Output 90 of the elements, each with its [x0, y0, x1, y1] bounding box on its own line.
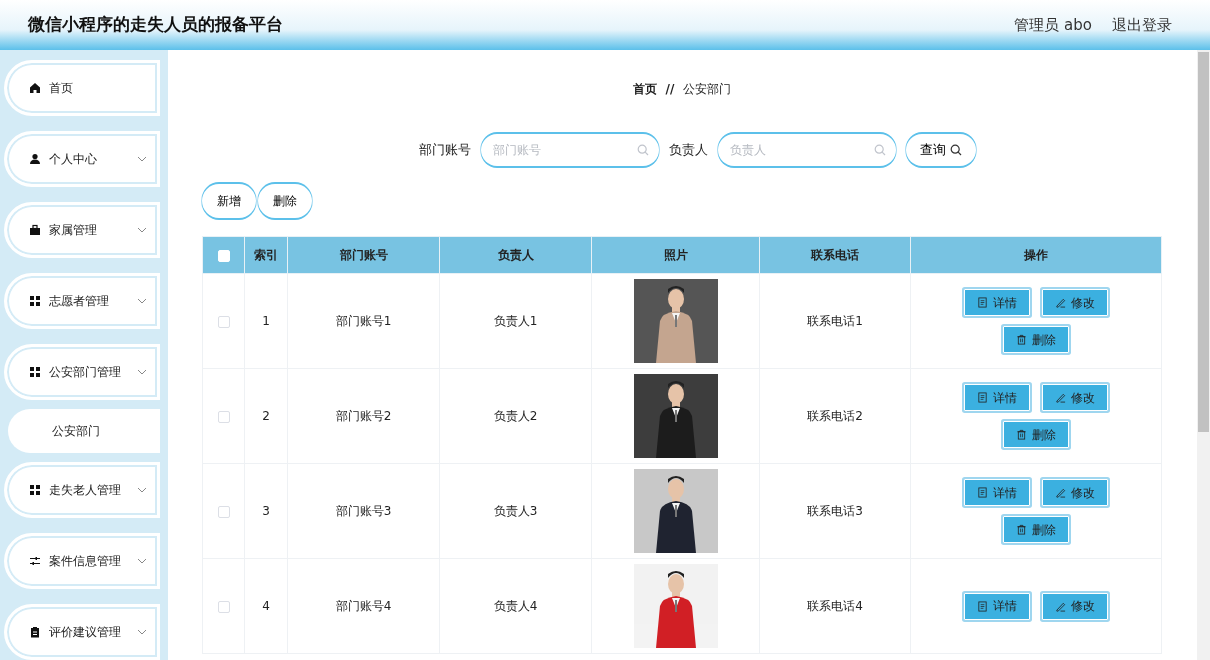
row-checkbox[interactable]: [217, 600, 230, 613]
pencil-icon: [1055, 392, 1066, 403]
table-cell: 联系电话2: [759, 368, 911, 464]
table-cell: 负责人1: [439, 273, 592, 369]
chevron-down-icon: [137, 227, 147, 233]
search-field[interactable]: 负责人: [717, 134, 896, 166]
chevron-down-icon: [137, 156, 147, 162]
search-icon: [636, 144, 649, 156]
grid-icon: [29, 366, 41, 378]
table-cell: 负责人4: [439, 558, 592, 654]
document-icon: [977, 392, 988, 403]
table-cell: 部门账号2: [287, 368, 440, 464]
grid-icon: [29, 484, 41, 496]
table-cell: 联系电话4: [759, 558, 911, 654]
trash-icon: [1016, 429, 1027, 440]
delete-button[interactable]: 删除: [1003, 421, 1069, 448]
column-header: 索引: [244, 236, 288, 274]
sliders-icon: [29, 555, 41, 567]
chevron-down-icon: [137, 558, 147, 564]
table-cell: 部门账号1: [287, 273, 440, 369]
document-icon: [977, 297, 988, 308]
search-field[interactable]: 部门账号: [480, 134, 659, 166]
column-header: 联系电话: [759, 236, 911, 274]
pencil-icon: [1055, 487, 1066, 498]
edit-button[interactable]: 修改: [1042, 592, 1108, 620]
table-cell: 3: [244, 463, 288, 559]
trash-icon: [1016, 334, 1027, 345]
table-cell: 2: [244, 368, 288, 464]
breadcrumb-link[interactable]: 首页: [632, 80, 657, 98]
table-cell: 联系电话1: [759, 273, 911, 369]
pencil-icon: [1055, 600, 1066, 612]
sidebar-item[interactable]: 案件信息管理: [4, 533, 160, 589]
delete-button[interactable]: 删除: [1003, 516, 1069, 543]
sidebar-item[interactable]: 公安部门管理: [4, 344, 160, 400]
sidebar-item[interactable]: 走失老人管理: [4, 462, 160, 518]
edit-button[interactable]: 修改: [1042, 479, 1108, 506]
app-title: 微信小程序的走失人员的报备平台: [28, 13, 283, 37]
column-header: 部门账号: [287, 236, 440, 274]
user-name: 管理员 abo: [1014, 14, 1092, 36]
scrollbar-thumb[interactable]: [1198, 52, 1209, 432]
table-cell: 4: [244, 558, 288, 654]
search-button[interactable]: 查询: [905, 134, 976, 166]
chevron-down-icon: [137, 629, 147, 635]
details-button[interactable]: 详情: [964, 479, 1030, 506]
edit-button[interactable]: 修改: [1042, 289, 1108, 316]
table-cell: 1: [244, 273, 288, 369]
row-checkbox[interactable]: [217, 410, 230, 423]
details-button[interactable]: 详情: [964, 289, 1030, 316]
home-icon: [29, 82, 41, 94]
table-cell: 部门账号4: [287, 558, 440, 654]
chevron-down-icon: [137, 487, 147, 493]
breadcrumb-separator: //: [665, 81, 675, 98]
table-cell: 负责人2: [439, 368, 592, 464]
chevron-down-icon: [137, 298, 147, 304]
sidebar-item[interactable]: 个人中心: [4, 131, 160, 187]
details-button[interactable]: 详情: [964, 384, 1030, 411]
logout-link[interactable]: 退出登录: [1112, 13, 1172, 37]
document-icon: [977, 600, 988, 612]
sidebar-item[interactable]: 评价建议管理: [4, 604, 160, 660]
edit-button[interactable]: 修改: [1042, 384, 1108, 411]
briefcase-icon: [29, 224, 41, 236]
sidebar-subitem[interactable]: 公安部门: [8, 409, 160, 453]
field-label: 负责人: [668, 141, 708, 160]
user-icon: [29, 153, 41, 165]
grid-icon: [29, 295, 41, 307]
column-header: 照片: [591, 236, 760, 274]
field-label: 部门账号: [418, 141, 471, 160]
row-checkbox[interactable]: [217, 505, 230, 518]
table-cell: 部门账号3: [287, 463, 440, 559]
document-icon: [977, 487, 988, 498]
table-cell: 负责人3: [439, 463, 592, 559]
trash-icon: [1016, 524, 1027, 535]
clipboard-icon: [29, 626, 41, 638]
sidebar-item[interactable]: 家属管理: [4, 202, 160, 258]
breadcrumb-current: 公安部门: [683, 81, 732, 98]
sidebar-item[interactable]: 志愿者管理: [4, 273, 160, 329]
column-header: 操作: [910, 236, 1162, 274]
details-button[interactable]: 详情: [964, 592, 1030, 620]
column-header: 负责人: [439, 236, 592, 274]
search-icon: [949, 144, 962, 156]
row-checkbox[interactable]: [217, 315, 230, 328]
delete-button[interactable]: 删除: [1003, 326, 1069, 353]
search-icon: [873, 144, 886, 156]
toolbar-button[interactable]: 删除: [258, 184, 312, 218]
select-all-checkbox[interactable]: [217, 249, 230, 262]
table-cell: 联系电话3: [759, 463, 911, 559]
pencil-icon: [1055, 297, 1066, 308]
toolbar-button[interactable]: 新增: [202, 184, 256, 218]
sidebar-item[interactable]: 首页: [4, 60, 160, 116]
chevron-down-icon: [137, 369, 147, 375]
